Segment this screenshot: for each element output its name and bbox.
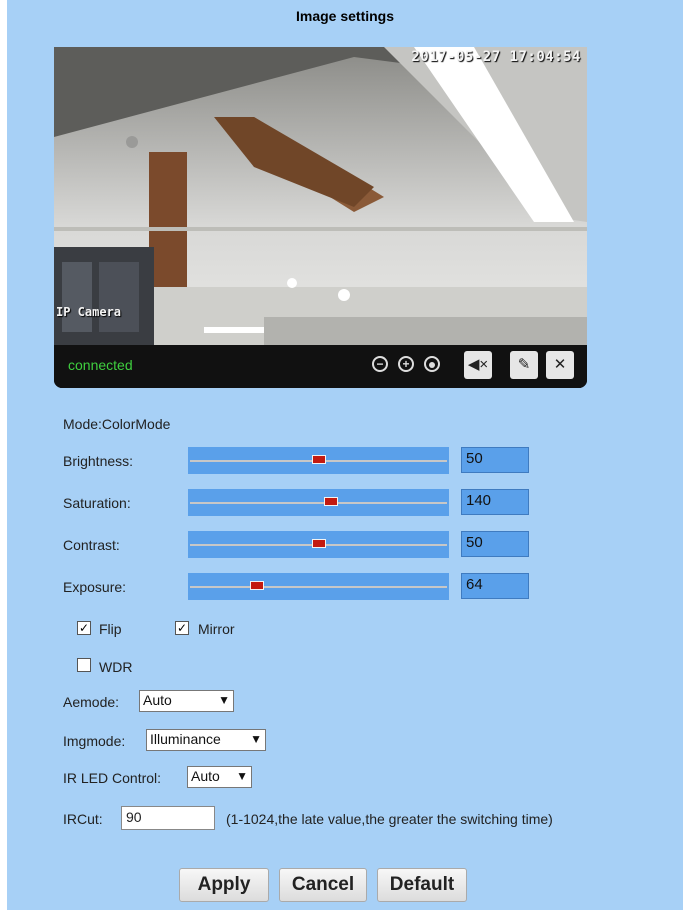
aemode-select[interactable]: Auto ▼ (139, 690, 234, 712)
slider-track (190, 586, 447, 588)
contrast-slider-thumb[interactable] (312, 539, 326, 548)
record-icon[interactable] (424, 356, 440, 372)
flip-checkbox[interactable]: ✓ (77, 621, 91, 635)
imgmode-label: Imgmode: (63, 733, 126, 749)
mode-label: Mode:ColorMode (63, 416, 171, 432)
brightness-slider[interactable] (188, 447, 449, 474)
saturation-slider-thumb[interactable] (324, 497, 338, 506)
saturation-slider[interactable] (188, 489, 449, 516)
wdr-label: WDR (99, 659, 133, 675)
cancel-button[interactable]: Cancel (279, 868, 367, 902)
video-timestamp: 2017-05-27 17:04:54 (411, 49, 581, 65)
camera-scene-graphic (54, 47, 587, 345)
saturation-value-input[interactable]: 140 (461, 489, 529, 515)
camera-label: IP Camera (56, 305, 122, 319)
contrast-value-input[interactable]: 50 (461, 531, 529, 557)
mute-mic-icon[interactable]: ✎ (510, 351, 538, 379)
chevron-down-icon: ▼ (236, 769, 248, 783)
ircut-input[interactable]: 90 (121, 806, 215, 830)
irled-label: IR LED Control: (63, 770, 162, 786)
default-button[interactable]: Default (377, 868, 467, 902)
exposure-label: Exposure: (63, 579, 127, 595)
aemode-select-value: Auto (143, 692, 172, 708)
chevron-down-icon: ▼ (218, 693, 230, 707)
imgmode-select[interactable]: Illuminance ▼ (146, 729, 266, 751)
aemode-label: Aemode: (63, 694, 120, 710)
connection-status: connected (68, 357, 133, 373)
brightness-slider-thumb[interactable] (312, 455, 326, 464)
imgmode-select-value: Illuminance (150, 731, 221, 747)
brightness-label: Brightness: (63, 453, 134, 469)
ircut-label: IRCut: (63, 811, 103, 827)
apply-button[interactable]: Apply (179, 868, 269, 902)
zoom-in-icon[interactable]: + (398, 356, 414, 372)
settings-tools-icon[interactable]: ✕ (546, 351, 574, 379)
contrast-label: Contrast: (63, 537, 120, 553)
exposure-value-input[interactable]: 64 (461, 573, 529, 599)
irled-select-value: Auto (191, 768, 220, 784)
ircut-hint: (1-1024,the late value,the greater the s… (226, 811, 553, 827)
page-title: Image settings (295, 8, 395, 24)
mirror-checkbox[interactable]: ✓ (175, 621, 189, 635)
mute-speaker-icon[interactable]: ◀× (464, 351, 492, 379)
mirror-label: Mirror (198, 621, 235, 637)
settings-panel: Image settings 2017-05-27 17:04:54 IP Ca… (7, 0, 683, 910)
chevron-down-icon: ▼ (250, 732, 262, 746)
flip-label: Flip (99, 621, 122, 637)
video-preview[interactable]: 2017-05-27 17:04:54 IP Camera connected … (54, 47, 587, 388)
camera-image: 2017-05-27 17:04:54 IP Camera (54, 47, 587, 345)
slider-track (190, 502, 447, 504)
contrast-slider[interactable] (188, 531, 449, 558)
brightness-value-input[interactable]: 50 (461, 447, 529, 473)
video-control-bar: connected − + ◀× ✎ ✕ (54, 345, 587, 388)
zoom-out-icon[interactable]: − (372, 356, 388, 372)
wdr-checkbox[interactable] (77, 658, 91, 672)
exposure-slider-thumb[interactable] (250, 581, 264, 590)
saturation-label: Saturation: (63, 495, 131, 511)
irled-select[interactable]: Auto ▼ (187, 766, 252, 788)
exposure-slider[interactable] (188, 573, 449, 600)
